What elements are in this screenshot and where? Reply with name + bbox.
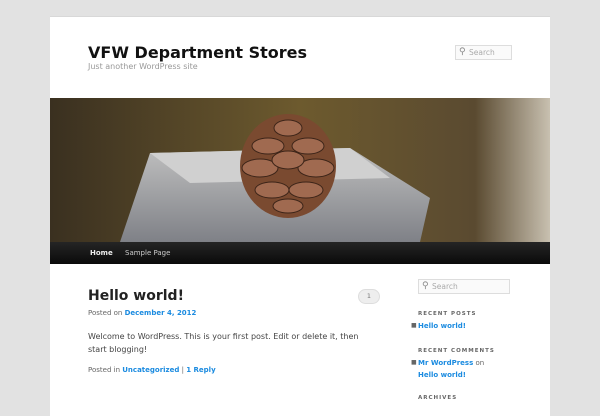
sidebar-search-input[interactable]: ⚲ Search — [418, 279, 510, 294]
comment-author-link[interactable]: Mr WordPress — [418, 359, 473, 367]
archives-title: ARCHIVES — [418, 395, 458, 401]
main-nav: Home Sample Page — [50, 242, 550, 264]
search-placeholder: Search — [469, 48, 495, 57]
separator: | — [181, 366, 184, 374]
site-description: Just another WordPress site — [88, 62, 198, 71]
post-title[interactable]: Hello world! — [88, 288, 184, 304]
posted-on-label: Posted on — [88, 309, 123, 317]
nav-item-home[interactable]: Home — [90, 249, 113, 257]
site-title[interactable]: VFW Department Stores — [88, 43, 307, 62]
post-date-link[interactable]: December 4, 2012 — [125, 309, 197, 317]
post-footer-meta: Posted in Uncategorized | 1 Reply — [88, 366, 216, 374]
on-label: on — [475, 359, 485, 367]
search-placeholder: Search — [432, 282, 458, 291]
bullet: ■ — [411, 322, 417, 329]
post-content: Welcome to WordPress. This is your first… — [88, 332, 359, 354]
recent-posts-title: RECENT POSTS — [418, 311, 477, 317]
category-link[interactable]: Uncategorized — [122, 366, 179, 374]
comment-post-link[interactable]: Hello world! — [418, 371, 466, 379]
replies-link[interactable]: 1 Reply — [186, 366, 215, 374]
bullet: ■ — [411, 359, 417, 366]
recent-comments-title: RECENT COMMENTS — [418, 348, 495, 354]
page: VFW Department Stores Just another WordP… — [50, 16, 550, 416]
search-icon: ⚲ — [422, 281, 429, 291]
header-search-input[interactable]: ⚲ Search — [455, 45, 512, 60]
header-image[interactable] — [50, 98, 550, 242]
nav-item-sample-page[interactable]: Sample Page — [125, 249, 170, 257]
post-meta: Posted on December 4, 2012 — [88, 309, 196, 317]
search-icon: ⚲ — [459, 47, 466, 57]
posted-in-label: Posted in — [88, 366, 121, 374]
comment-count-bubble[interactable]: 1 — [358, 289, 380, 304]
recent-post-link[interactable]: Hello world! — [418, 322, 466, 330]
